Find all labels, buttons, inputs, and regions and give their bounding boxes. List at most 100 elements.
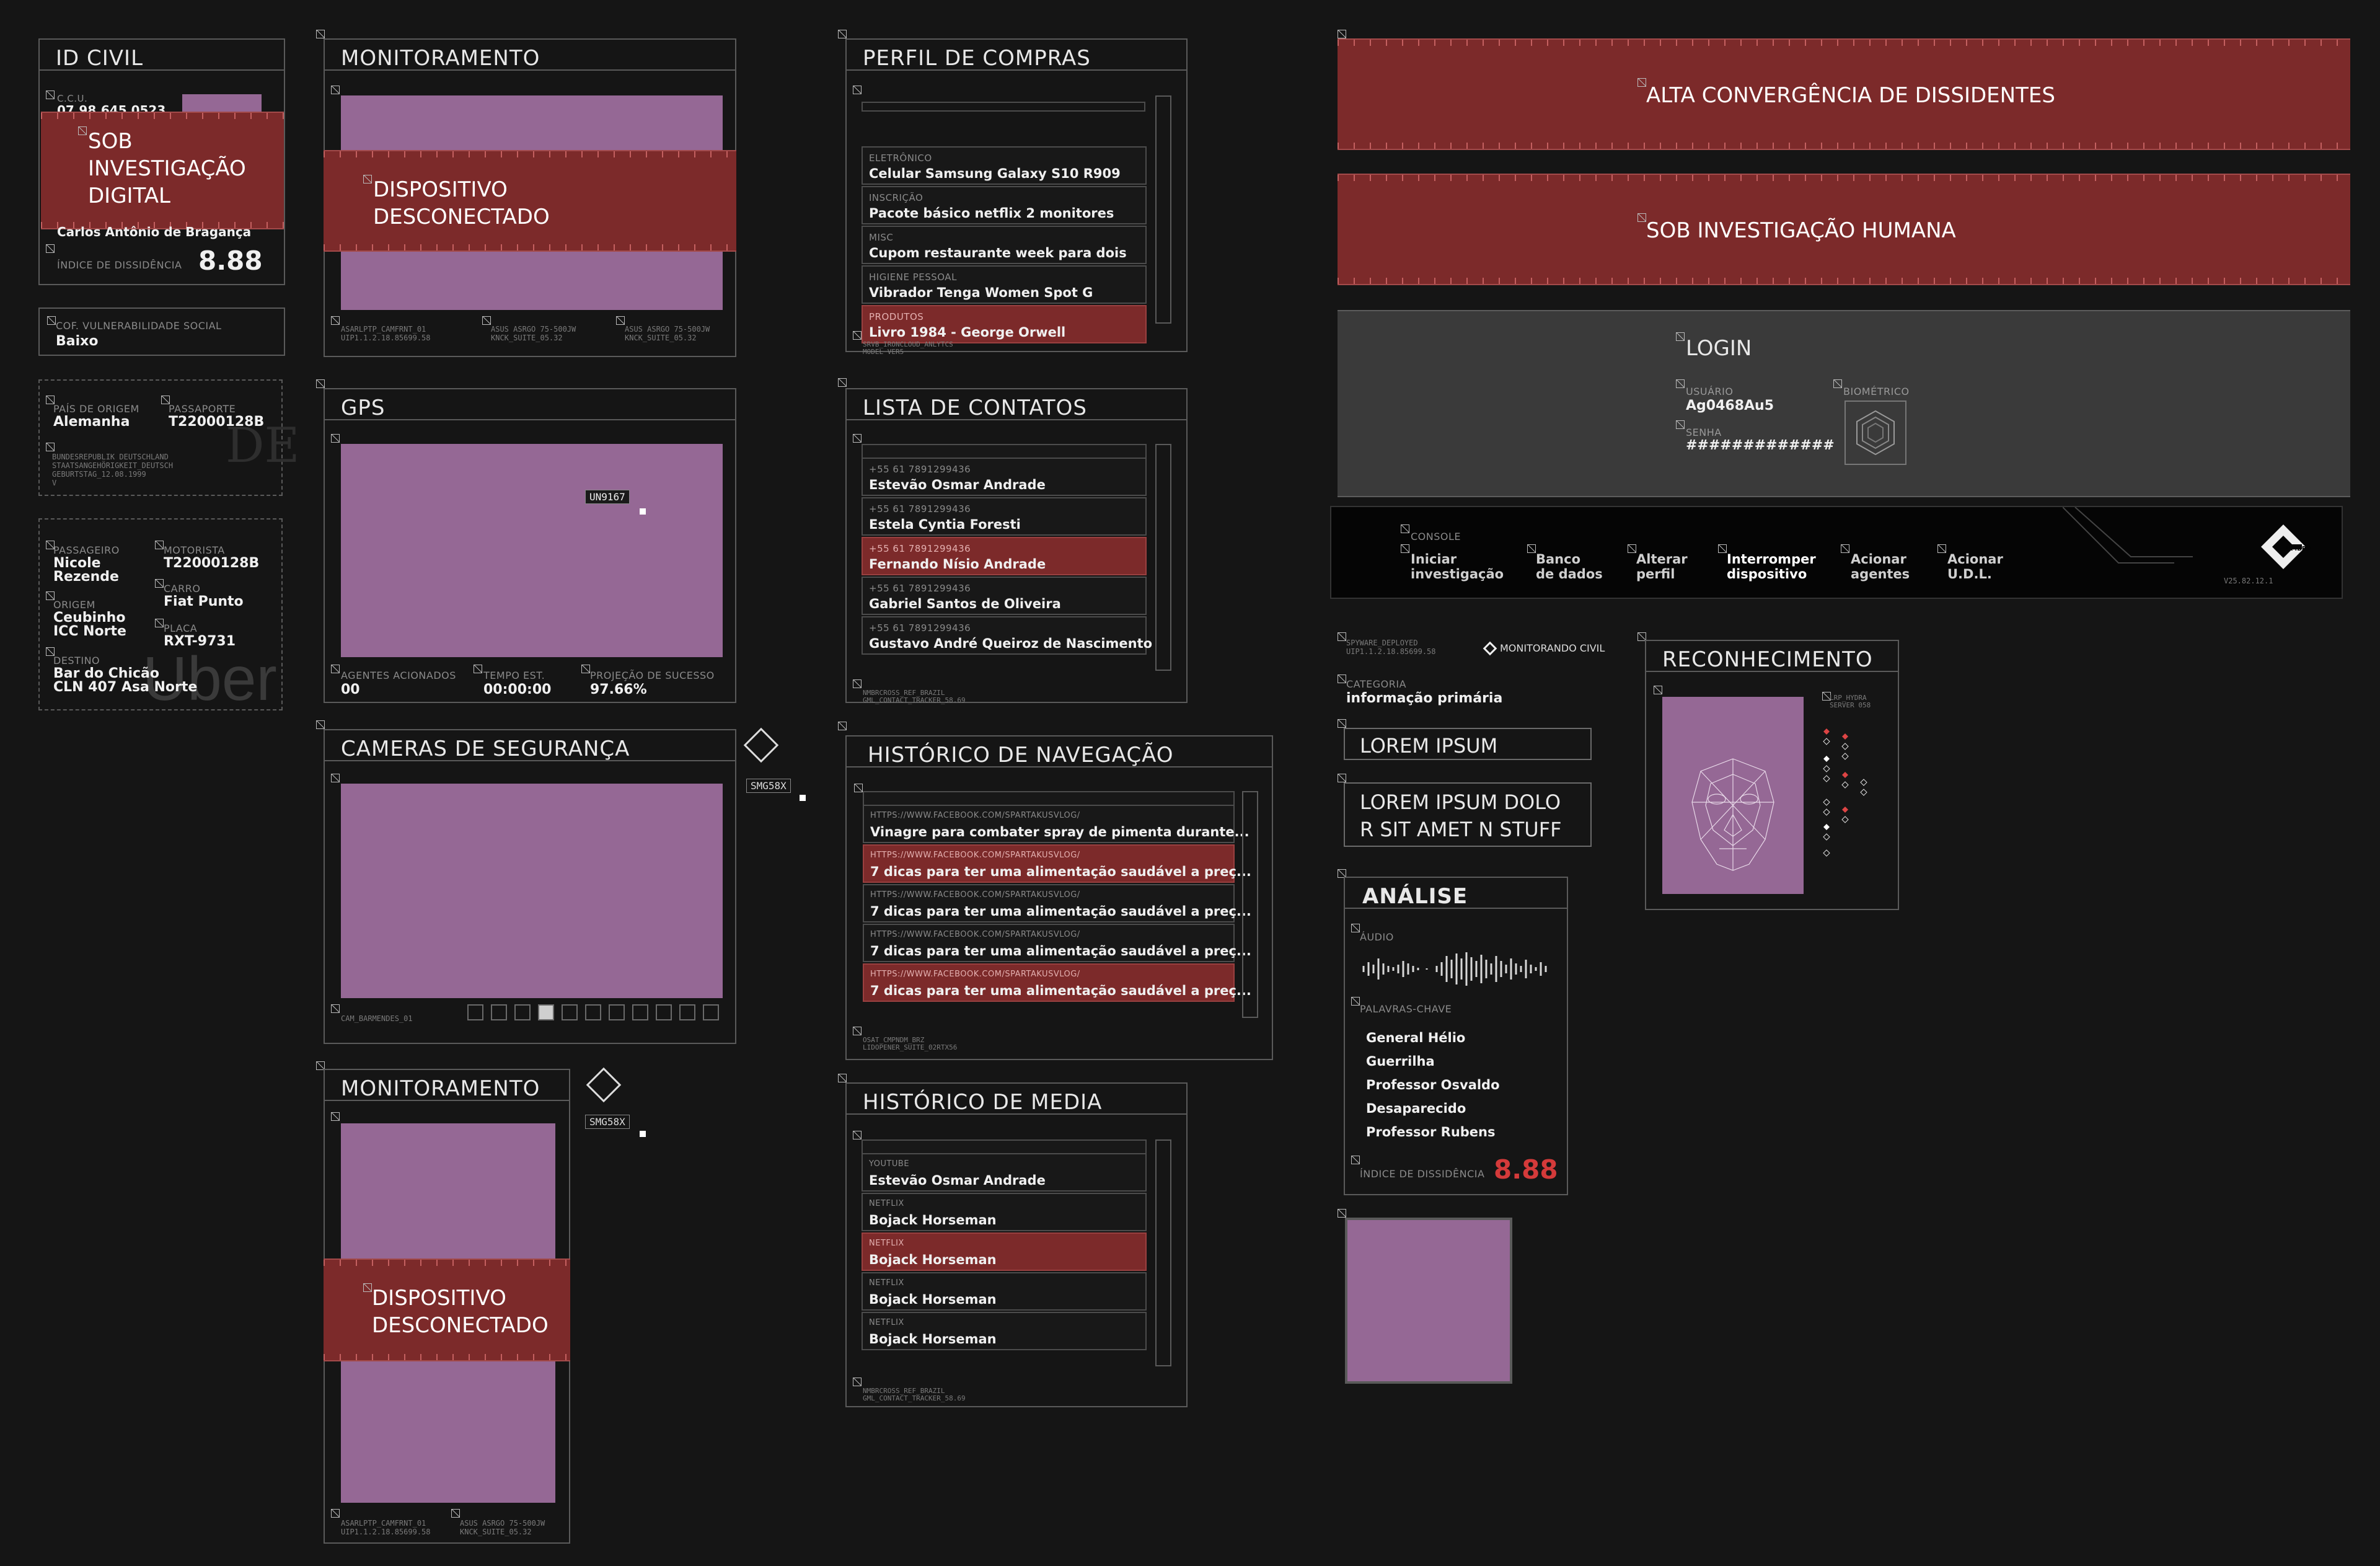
purchase-row[interactable]: INSCRIÇÃO Pacote básico netflix 2 monitor…: [862, 186, 1147, 224]
time-value: 00:00:00: [483, 682, 552, 697]
car-label: CARRO: [164, 583, 201, 595]
contact-row[interactable]: +55 61 7891299436 Gustavo André Queiroz d…: [862, 616, 1152, 655]
contact-name: Estela Cyntia Foresti: [869, 517, 1021, 532]
database-button[interactable]: Banco de dados: [1536, 552, 1603, 582]
car-value: Fiat Punto: [164, 594, 244, 609]
projection-value: 97.66%: [590, 682, 647, 697]
monitor-panel-2: MONITORAMENTO DISPOSITIVO DESCONECTADO A…: [324, 1069, 570, 1544]
contact-name: Gustavo André Queiroz de Nascimento: [869, 636, 1153, 651]
media-row[interactable]: YOUTUBE Estevão Osmar Andrade: [862, 1153, 1147, 1192]
corner-mark-icon: [331, 1112, 340, 1121]
corner-mark-icon: [1676, 420, 1685, 429]
browsing-scrollbar[interactable]: [1242, 791, 1258, 1018]
media-row[interactable]: NETFLIX Bojack Horseman: [862, 1312, 1147, 1350]
plate-label: PLACA: [164, 622, 198, 634]
recognition-panel: RECONHECIMENTO LRP_HYDRA SERVER 058: [1645, 640, 1899, 910]
interrupt-device-button[interactable]: Interromper dispositivo: [1727, 552, 1816, 582]
browsing-source: OSAT_CMPNDM_BRZ LIDOPENER_SUITE_02RTX56: [863, 1036, 958, 1051]
media-item: Estevão Osmar Andrade: [869, 1173, 1046, 1188]
camera-slot-10[interactable]: [679, 1004, 695, 1020]
time-label: TEMPO EST.: [483, 670, 545, 681]
camera-slot-3[interactable]: [514, 1004, 531, 1020]
password-input[interactable]: #############: [1686, 439, 1835, 453]
convergence-banner: ALTA CONVERGÊNCIA DE DISSIDENTES: [1338, 38, 2350, 150]
corner-mark-icon: [853, 1378, 862, 1386]
browsing-row[interactable]: HTTPS://WWW.FACEBOOK.COM/SPARTAKUSVLOG/7…: [863, 884, 1251, 922]
purchase-row[interactable]: HIGIENE PESSOAL Vibrador Tenga Women Spot…: [862, 265, 1147, 304]
user-input[interactable]: Ag0468Au5: [1686, 399, 1774, 413]
media-row[interactable]: NETFLIX Bojack Horseman: [862, 1272, 1147, 1311]
gps-map[interactable]: [341, 444, 723, 657]
lorem-box-1[interactable]: LOREM IPSUM: [1344, 728, 1592, 760]
audio-waveform[interactable]: [1357, 947, 1557, 991]
contact-row[interactable]: +55 61 7891299436 Gabriel Santos de Olive…: [862, 577, 1147, 615]
browsing-row[interactable]: HTTPS://WWW.FACEBOOK.COM/SPARTAKUSVLOG/7…: [863, 924, 1251, 962]
contacts-header-row: [862, 444, 1147, 459]
user-label: USUÁRIO: [1686, 386, 1734, 397]
recognition-server: LRP_HYDRA SERVER 058: [1830, 694, 1871, 709]
camera-slot-4[interactable]: [538, 1004, 554, 1020]
contact-row[interactable]: +55 61 7891299436 Estevão Osmar Andrade: [862, 458, 1147, 496]
corner-mark-icon: [331, 316, 340, 325]
browsing-title-text: 7 dicas para ter uma alimentação saudáve…: [870, 864, 1251, 879]
corner-mark-icon: [316, 30, 325, 38]
id-alert-banner: SOB INVESTIGAÇÃO DIGITAL: [41, 112, 284, 229]
face-capture[interactable]: [1662, 697, 1804, 894]
corner-mark-icon: [155, 541, 164, 549]
deploy-agents-button[interactable]: Acionar agentes: [1851, 552, 1910, 582]
camera-slot-1[interactable]: [467, 1004, 483, 1020]
category-label: CATEGORIA: [1346, 678, 1407, 690]
monitor-2-alert: DISPOSITIVO DESCONECTADO: [324, 1259, 570, 1361]
keyword-item: Desaparecido: [1366, 1101, 1466, 1116]
start-investigation-button[interactable]: Iniciar investigação: [1411, 552, 1504, 582]
monitoring-civil-text: MONITORANDO CIVIL: [1500, 642, 1605, 654]
media-list: YOUTUBE Estevão Osmar Andrade NETFLIX Boja…: [862, 1139, 1147, 1387]
match-indicators: [1823, 728, 1867, 857]
media-scrollbar[interactable]: [1155, 1139, 1171, 1366]
camera-slot-11[interactable]: [703, 1004, 719, 1020]
camera-slot-9[interactable]: [656, 1004, 672, 1020]
purchase-category: ELETRÔNICO: [869, 153, 932, 164]
lorem-box-2[interactable]: LOREM IPSUM DOLO R SIT AMET N STUFF: [1344, 782, 1592, 847]
purchases-scrollbar[interactable]: [1155, 95, 1171, 324]
camera-tag[interactable]: SMG58X: [746, 779, 791, 793]
preview-thumbnail[interactable]: [1345, 1218, 1512, 1384]
purchase-row-flagged[interactable]: PRODUTOS Livro 1984 - George Orwell: [862, 305, 1147, 343]
camera-slot-7[interactable]: [609, 1004, 625, 1020]
fingerprint-icon[interactable]: [1844, 400, 1906, 465]
contact-row[interactable]: +55 61 7891299436 Estela Cyntia Foresti: [862, 497, 1147, 536]
camera-slot-2[interactable]: [491, 1004, 507, 1020]
media-source: NETFLIX: [869, 1199, 904, 1208]
purchase-item: Celular Samsung Galaxy S10 R909: [869, 166, 1121, 181]
deploy-udl-button[interactable]: Acionar U.D.L.: [1947, 552, 2003, 582]
camera-slot-5[interactable]: [562, 1004, 578, 1020]
browsing-url: HTTPS://WWW.FACEBOOK.COM/SPARTAKUSVLOG/: [870, 890, 1080, 900]
keyword-item: General Hélio: [1366, 1030, 1466, 1045]
destination-label: DESTINO: [53, 655, 100, 666]
browsing-row-flagged[interactable]: HTTPS://WWW.FACEBOOK.COM/SPARTAKUSVLOG/7…: [863, 844, 1251, 883]
media-row-flagged[interactable]: NETFLIX Bojack Horseman: [862, 1232, 1147, 1271]
corner-mark-icon: [316, 720, 325, 729]
contacts-scrollbar[interactable]: [1155, 444, 1171, 671]
alter-profile-button[interactable]: Alterar perfil: [1636, 552, 1688, 582]
purchase-row[interactable]: ELETRÔNICO Celular Samsung Galaxy S10 R90…: [862, 146, 1147, 185]
media-row[interactable]: NETFLIX Bojack Horseman: [862, 1193, 1147, 1231]
tag-dot: [640, 1131, 646, 1137]
purchase-item: Vibrador Tenga Women Spot G: [869, 285, 1093, 300]
gps-target-tag[interactable]: UN9167: [585, 490, 630, 504]
monitor-tag[interactable]: SMG58X: [585, 1115, 630, 1129]
contact-row-flagged[interactable]: +55 61 7891299436 Fernando Nísio Andrade: [862, 537, 1147, 575]
camera-feed[interactable]: [341, 784, 723, 998]
media-item: Bojack Horseman: [869, 1292, 997, 1307]
console-bar: CONSOLE Iniciar investigação Banco de da…: [1330, 506, 2343, 599]
monitor-1-device-2: ASUS ASRGO 75-500JW KNCK_SUITE_05.32: [491, 325, 576, 342]
purchase-row[interactable]: MISC Cupom restaurante week para dois: [862, 226, 1147, 264]
camera-slot-8[interactable]: [632, 1004, 648, 1020]
purchase-category: INSCRIÇÃO: [869, 192, 923, 203]
browsing-row-flagged[interactable]: HTTPS://WWW.FACEBOOK.COM/SPARTAKUSVLOG/7…: [863, 963, 1251, 1002]
ride-origin-value: Ceubinho ICC Norte: [53, 610, 126, 639]
browsing-row[interactable]: HTTPS://WWW.FACEBOOK.COM/SPARTAKUSVLOG/V…: [863, 805, 1250, 843]
plate-value: RXT-9731: [164, 634, 236, 649]
camera-slot-6[interactable]: [585, 1004, 601, 1020]
browsing-list: HTTPS://WWW.FACEBOOK.COM/SPARTAKUSVLOG/V…: [863, 791, 1251, 1039]
